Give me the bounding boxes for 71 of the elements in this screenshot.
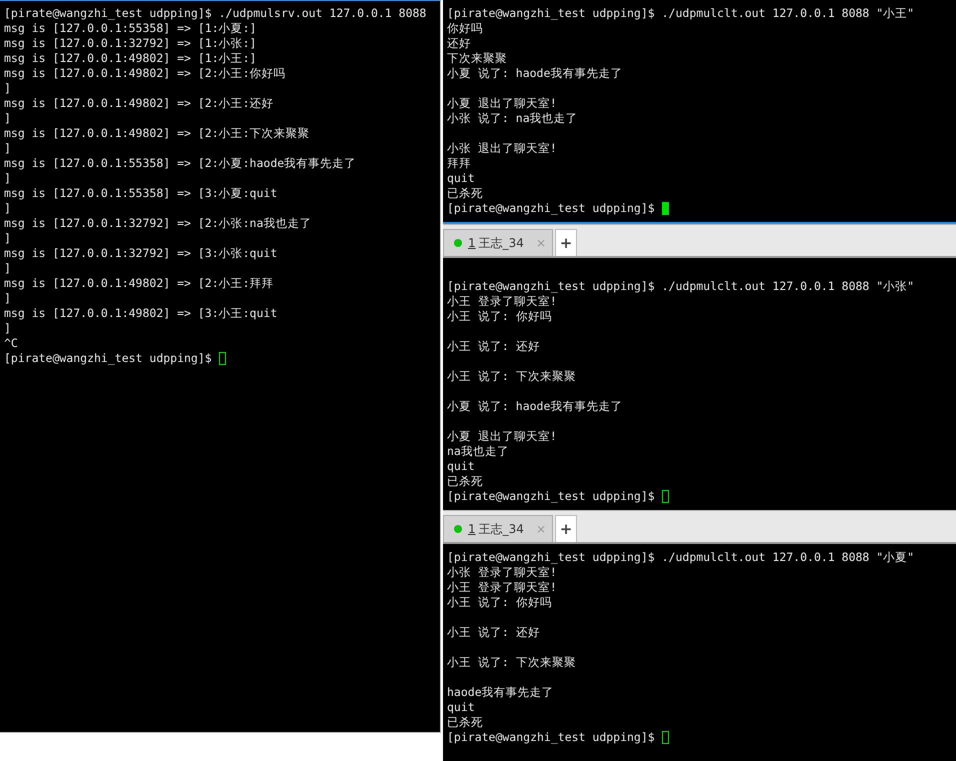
- terminal-line: [pirate@wangzhi_test udpping]$ ./udpmulclt.out 127.0.0.1 8088 "小王": [447, 6, 916, 21]
- tab-label: 王志_34: [478, 520, 524, 538]
- terminal-pane[interactable]: [pirate@wangzhi_test udpping]$ ./udpmulclt.out 127.0.0.1 8088 "小夏" 小张 登录了聊天室! 小王 登录了聊天室! 小王 说了: 你好吗 小王 说了: 还好 小王 说了: 下次来聚聚 haode我有事先走了 quit 已杀死 [pirate@wangzhi_test udpping]$: [443, 544, 956, 761]
- terminal-line: 小王 登录了聊天室!: [447, 580, 558, 595]
- terminal-line: 小夏 退出了聊天室!: [447, 96, 558, 111]
- tab-label: 王志_34: [478, 234, 524, 252]
- terminal-line: 小王 说了: 你好吗: [447, 595, 553, 610]
- shell-prompt: [pirate@wangzhi_test udpping]$: [447, 201, 655, 216]
- terminal-line: 小王 说了: 下次来聚聚: [447, 655, 577, 670]
- terminal-line: quit: [447, 700, 476, 715]
- terminal-line: quit: [447, 171, 476, 186]
- terminal-line: 小张 说了: na我也走了: [447, 111, 579, 126]
- terminal-line: ]: [4, 201, 12, 216]
- terminal-line: 已杀死: [447, 186, 484, 201]
- terminal-line: 小张 退出了聊天室!: [447, 141, 558, 156]
- terminal-line: ^C: [4, 336, 19, 351]
- shell-prompt: [pirate@wangzhi_test udpping]$: [447, 489, 655, 504]
- terminal-line: 小王 说了: 你好吗: [447, 309, 553, 324]
- terminal-line: 已杀死: [447, 715, 484, 730]
- shell-prompt: [pirate@wangzhi_test udpping]$: [4, 351, 212, 366]
- terminal-pane[interactable]: [pirate@wangzhi_test udpping]$ ./udpmulclt.out 127.0.0.1 8088 "小张" 小王 登录了聊天室! 小王 说了: 你好吗 小王 说了: 还好 小王 说了: 下次来聚聚 小夏 说了: haode我有事先走了 小夏 退出了聊天室! na我也走了 quit 已杀死 [pirate@wangzhi_test udpping]$: [443, 258, 956, 510]
- terminal-line: ]: [4, 231, 12, 246]
- terminal-line: 已杀死: [447, 474, 484, 489]
- terminal-tab[interactable]: 1 王志_34 ×: [443, 229, 553, 256]
- terminal-line: 小夏 说了: haode我有事先走了: [447, 399, 624, 414]
- tab-number: 1: [468, 522, 476, 536]
- status-dot-icon: [454, 525, 462, 533]
- terminal-line: 小王 说了: 还好: [447, 339, 541, 354]
- terminal-line: ]: [4, 171, 12, 186]
- terminal-line: msg is [127.0.0.1:32792] => [2:小张:na我也走了: [4, 216, 312, 231]
- terminal-line: msg is [127.0.0.1:55358] => [3:小夏:quit: [4, 186, 278, 201]
- new-tab-button[interactable]: +: [555, 515, 577, 542]
- terminal-line: ]: [4, 111, 12, 126]
- new-tab-button[interactable]: +: [555, 229, 577, 256]
- terminal-line: msg is [127.0.0.1:49802] => [2:小王:你好吗: [4, 66, 287, 81]
- terminal-line: msg is [127.0.0.1:49802] => [2:小王:拜拜: [4, 276, 275, 291]
- terminal-line: 小夏 说了: haode我有事先走了: [447, 66, 624, 81]
- terminal-line: [pirate@wangzhi_test udpping]$ ./udpmulclt.out 127.0.0.1 8088 "小夏": [447, 550, 916, 565]
- terminal-line: 小王 说了: 还好: [447, 625, 541, 640]
- terminal-tab[interactable]: 1 王志_34 ×: [443, 515, 553, 542]
- terminal-line: 小王 说了: 下次来聚聚: [447, 369, 577, 384]
- terminal-line: msg is [127.0.0.1:55358] => [1:小夏:]: [4, 21, 258, 36]
- terminal-line: [pirate@wangzhi_test udpping]$ ./udpmulsrv.out 127.0.0.1 8088: [4, 6, 428, 21]
- tab-number: 1: [468, 236, 476, 250]
- terminal-pane[interactable]: [0, 0, 441, 733]
- terminal-line: 小王 登录了聊天室!: [447, 294, 558, 309]
- terminal-line: 小张 登录了聊天室!: [447, 565, 558, 580]
- terminal-line: 还好: [447, 36, 472, 51]
- terminal-line: quit: [447, 459, 476, 474]
- terminal-line: ]: [4, 81, 12, 96]
- terminal-line: ]: [4, 261, 12, 276]
- terminal-line: 下次来聚聚: [447, 51, 508, 66]
- shell-prompt: [pirate@wangzhi_test udpping]$: [447, 730, 655, 745]
- terminal-line: msg is [127.0.0.1:32792] => [3:小张:quit: [4, 246, 278, 261]
- status-dot-icon: [454, 239, 462, 247]
- terminal-line: 拜拜: [447, 156, 472, 171]
- terminal-line: msg is [127.0.0.1:55358] => [2:小夏:haode我有事先走了: [4, 156, 358, 171]
- terminal-line: na我也走了: [447, 444, 510, 459]
- terminal-line: ]: [4, 291, 12, 306]
- terminal-line: haode我有事先走了: [447, 685, 555, 700]
- terminal-line: ]: [4, 141, 12, 156]
- terminal-line: msg is [127.0.0.1:32792] => [1:小张:]: [4, 36, 258, 51]
- terminal-line: 你好吗: [447, 21, 484, 36]
- terminal-line: 小夏 退出了聊天室!: [447, 429, 558, 444]
- terminal-pane[interactable]: [pirate@wangzhi_test udpping]$ ./udpmulclt.out 127.0.0.1 8088 "小王" 你好吗 还好 下次来聚聚 小夏 说了: haode我有事先走了 小夏 退出了聊天室! 小张 说了: na我也走了 小张 退出了聊天室! 拜拜 quit 已杀死 [pirate@wangzhi_test udpping]$: [443, 0, 956, 224]
- terminal-line: msg is [127.0.0.1:49802] => [2:小王:下次来聚聚: [4, 126, 311, 141]
- terminal-line: msg is [127.0.0.1:49802] => [3:小王:quit: [4, 306, 278, 321]
- terminal-line: ]: [4, 321, 12, 336]
- terminal-line: [pirate@wangzhi_test udpping]$ ./udpmulclt.out 127.0.0.1 8088 "小张": [447, 279, 916, 294]
- terminal-line: msg is [127.0.0.1:49802] => [2:小王:还好: [4, 96, 275, 111]
- terminal-line: msg is [127.0.0.1:49802] => [1:小王:]: [4, 51, 258, 66]
